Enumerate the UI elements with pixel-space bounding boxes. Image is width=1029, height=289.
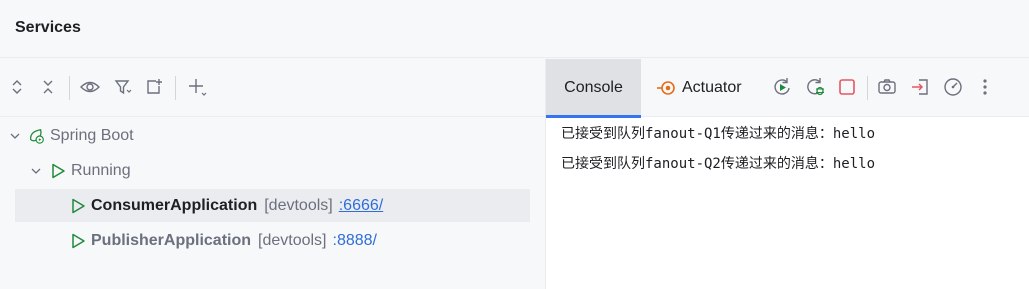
app-tag: [devtools] [258, 231, 327, 249]
rerun-icon[interactable] [770, 75, 794, 99]
tab-console[interactable]: Console [546, 59, 641, 118]
actuator-icon [656, 80, 676, 96]
tab-actuator[interactable]: Actuator [656, 59, 742, 117]
eye-icon[interactable] [78, 75, 102, 99]
console-line: 已接受到队列fanout-Q2传递过来的消息：hello [561, 156, 876, 172]
collapse-all-icon[interactable] [36, 75, 60, 99]
console-panel: Console Actuator 已接受到队列fanout-Q1传递过来的消息：… [546, 59, 1029, 289]
spring-boot-icon [28, 127, 46, 145]
panel-title: Services [15, 19, 81, 36]
console-toolbar: Console Actuator [546, 59, 1029, 118]
tab-label: Actuator [682, 79, 742, 96]
screenshot-icon[interactable] [875, 75, 899, 99]
rerun-debug-icon[interactable] [803, 75, 827, 99]
port-link[interactable]: :6666/ [339, 197, 383, 215]
chevron-down-icon[interactable] [29, 164, 43, 178]
services-tree-panel: Spring Boot Running ConsumerApplication … [0, 59, 545, 289]
app-tag: [devtools] [264, 196, 333, 214]
more-icon[interactable] [973, 75, 997, 99]
console-line: 已接受到队列fanout-Q1传递过来的消息：hello [561, 126, 876, 142]
dashboard-icon[interactable] [941, 75, 965, 99]
services-toolbar [0, 59, 545, 117]
toolbar-separator [175, 76, 176, 100]
console-output[interactable]: 已接受到队列fanout-Q1传递过来的消息：hello 已接受到队列fanou… [561, 123, 875, 183]
chevron-down-icon[interactable] [8, 129, 22, 143]
toolbar-separator [867, 76, 868, 100]
app-name: ConsumerApplication [91, 196, 258, 214]
filter-icon[interactable] [111, 75, 135, 99]
tree-node-consumer-application[interactable]: ConsumerApplication [devtools] :6666/ [15, 189, 530, 222]
stop-icon[interactable] [835, 75, 859, 99]
new-tab-icon[interactable] [142, 75, 166, 99]
run-icon [69, 197, 87, 215]
app-name: PublisherApplication [91, 231, 252, 249]
expand-all-icon[interactable] [5, 75, 29, 99]
tree-node-label: Running [71, 161, 131, 179]
add-icon[interactable] [185, 75, 209, 99]
run-icon [49, 162, 67, 180]
tab-label: Console [564, 79, 623, 96]
tree-node-publisher-application[interactable]: PublisherApplication [devtools] :8888/ [15, 224, 530, 257]
tree-node-spring-boot[interactable]: Spring Boot [8, 119, 538, 152]
tree-node-label: Spring Boot [50, 126, 134, 144]
title-bar: Services [0, 0, 1029, 58]
port-link[interactable]: :8888/ [333, 232, 377, 250]
exit-icon[interactable] [908, 75, 932, 99]
toolbar-separator [69, 76, 70, 100]
run-icon [69, 232, 87, 250]
tree-node-running[interactable]: Running [29, 154, 538, 187]
